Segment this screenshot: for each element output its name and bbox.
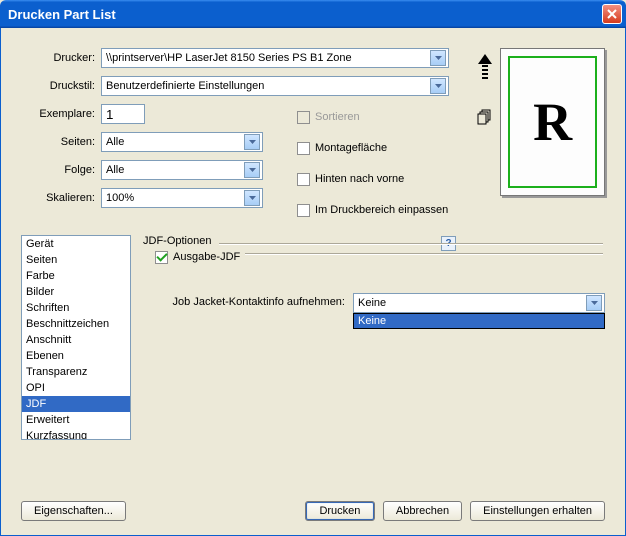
pane-item[interactable]: Gerät (22, 236, 130, 252)
capture-settings-button[interactable]: Einstellungen erhalten (470, 501, 605, 521)
fitarea-label: Im Druckbereich einpassen (315, 204, 448, 216)
collate-label: Sortieren (315, 111, 360, 123)
spreads-checkbox[interactable] (297, 142, 310, 155)
print-button[interactable]: Drucken (305, 501, 375, 521)
chevron-down-icon (244, 190, 260, 206)
properties-button[interactable]: Eigenschaften... (21, 501, 126, 521)
pane-item[interactable]: Kurzfassung (22, 428, 130, 440)
dialog-body: Drucker: \\printserver\HP LaserJet 8150 … (0, 28, 626, 536)
pane-item[interactable]: Bilder (22, 284, 130, 300)
pane-item[interactable]: Farbe (22, 268, 130, 284)
chevron-down-icon (244, 134, 260, 150)
orientation-icon[interactable] (478, 54, 492, 87)
sequence-label: Folge: (21, 164, 101, 176)
output-jdf-label: Ausgabe-JDF (173, 251, 240, 263)
cancel-button[interactable]: Abbrechen (383, 501, 462, 521)
printstyle-select[interactable]: Benutzerdefinierte Einstellungen (101, 76, 449, 96)
sequence-select[interactable]: Alle (101, 160, 263, 180)
printer-select[interactable]: \\printserver\HP LaserJet 8150 Series PS… (101, 48, 449, 68)
printstyle-label: Druckstil: (21, 80, 101, 92)
spreads-checkbox-row[interactable]: Montagefläche (297, 138, 448, 158)
jobjacket-dropdown-list[interactable]: Keine (353, 313, 605, 329)
close-button[interactable] (602, 4, 622, 24)
jobjacket-select[interactable]: Keine (353, 293, 605, 313)
copies-icon[interactable] (477, 109, 493, 128)
pane-item[interactable]: OPI (22, 380, 130, 396)
pane-item[interactable]: Seiten (22, 252, 130, 268)
chevron-down-icon (586, 295, 602, 311)
collate-checkbox (297, 111, 310, 124)
close-icon (607, 9, 617, 19)
chevron-down-icon (244, 162, 260, 178)
pane-item[interactable]: Schriften (22, 300, 130, 316)
jobjacket-label: Job Jacket-Kontaktinfo aufnehmen: (143, 293, 345, 308)
pane-item[interactable]: JDF (22, 396, 130, 412)
output-jdf-row[interactable]: Ausgabe-JDF (155, 247, 244, 267)
pane-item[interactable]: Ebenen (22, 348, 130, 364)
pane-item[interactable]: Transparenz (22, 364, 130, 380)
printer-label: Drucker: (21, 52, 101, 64)
fitarea-checkbox-row[interactable]: Im Druckbereich einpassen (297, 200, 448, 220)
spreads-label: Montagefläche (315, 142, 387, 154)
copies-input[interactable] (101, 104, 145, 124)
pages-select[interactable]: Alle (101, 132, 263, 152)
backtofront-label: Hinten nach vorne (315, 173, 404, 185)
page-preview: R (500, 48, 605, 196)
pane-item[interactable]: Anschnitt (22, 332, 130, 348)
scale-select[interactable]: 100% (101, 188, 263, 208)
preview-glyph: R (508, 56, 597, 188)
pane-item[interactable]: Beschnittzeichen (22, 316, 130, 332)
scale-label: Skalieren: (21, 192, 101, 204)
window-title: Drucken Part List (8, 7, 602, 22)
collate-checkbox-row: Sortieren (297, 107, 448, 127)
panes-listbox[interactable]: GerätSeitenFarbeBilderSchriftenBeschnitt… (21, 235, 131, 440)
pane-item[interactable]: Erweitert (22, 412, 130, 428)
backtofront-checkbox[interactable] (297, 173, 310, 186)
copies-label: Exemplare: (21, 108, 101, 120)
title-bar: Drucken Part List (0, 0, 626, 28)
chevron-down-icon (430, 50, 446, 66)
chevron-down-icon (430, 78, 446, 94)
backtofront-checkbox-row[interactable]: Hinten nach vorne (297, 169, 448, 189)
pages-label: Seiten: (21, 136, 101, 148)
output-jdf-checkbox[interactable] (155, 251, 168, 264)
jobjacket-option[interactable]: Keine (354, 314, 604, 328)
fitarea-checkbox[interactable] (297, 204, 310, 217)
